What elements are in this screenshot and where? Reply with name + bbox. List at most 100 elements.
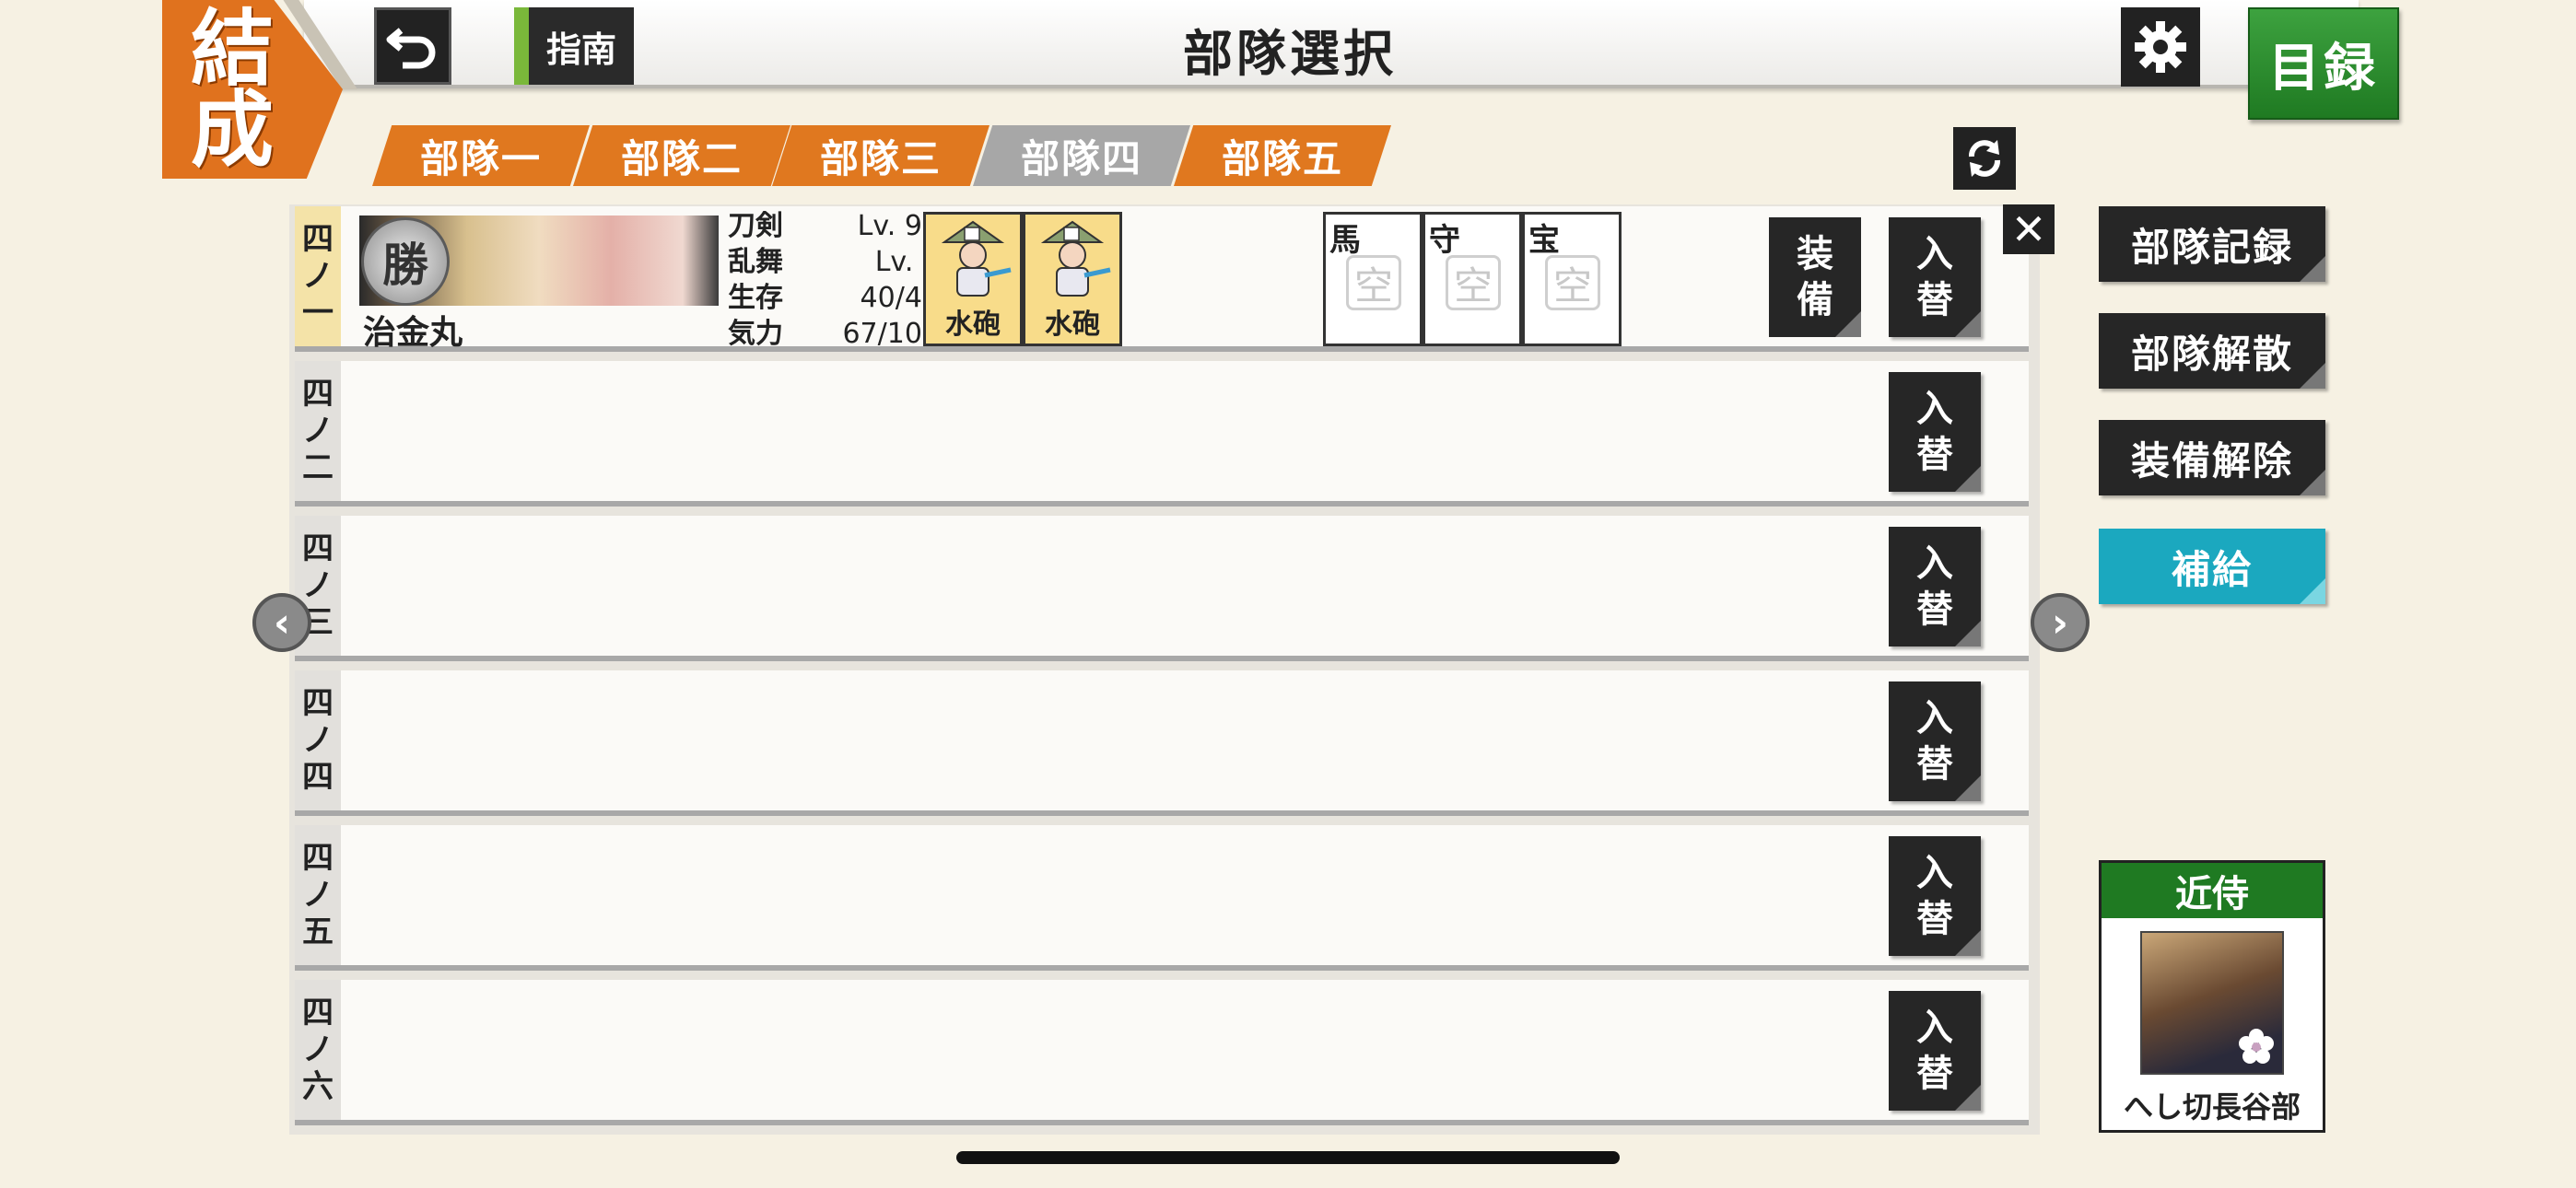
swap-char: 替 <box>1916 433 1953 476</box>
swap-char: 入 <box>1916 542 1953 585</box>
slot-char: ノ <box>302 722 334 759</box>
rotate-order-button[interactable] <box>1953 127 2016 190</box>
swap-char: 替 <box>1916 278 1953 321</box>
treasure-slot[interactable]: 宝 空 <box>1522 212 1622 346</box>
page-title: 部隊選択 <box>1183 24 1397 83</box>
member-row-3[interactable]: 四 ノ 三 入 替 <box>295 516 2029 661</box>
water-cannon-soldier-icon <box>1040 220 1111 297</box>
row-slot-label: 四 ノ 一 <box>295 206 341 346</box>
water-cannon-soldier-icon <box>941 220 1012 297</box>
row-slot-label: 四 ノ 六 <box>295 980 341 1120</box>
stat-value: Lv. 2 <box>874 246 940 278</box>
row-slot-label: 四 ノ 四 <box>295 670 341 810</box>
swap-button[interactable]: 入 替 <box>1889 372 1981 492</box>
empty-slot-icon: 空 <box>1446 255 1501 310</box>
settings-button[interactable] <box>2121 7 2200 87</box>
attendant-title: 近侍 <box>2102 863 2323 918</box>
tab-unit-2[interactable]: 部隊二 <box>573 125 790 186</box>
swap-char: 入 <box>1916 851 1953 894</box>
disband-unit-button[interactable]: 部隊解散 <box>2099 313 2325 389</box>
swap-button[interactable]: 入 替 <box>1889 681 1981 801</box>
empty-slot-icon: 空 <box>1545 255 1600 310</box>
row-slot-label: 四 ノ 五 <box>295 825 341 965</box>
prev-page-arrow-icon[interactable]: ‹ <box>252 593 311 652</box>
slot-caption: 馬 <box>1329 222 1361 259</box>
back-button[interactable] <box>374 7 451 85</box>
member-row-4[interactable]: 四 ノ 四 入 替 <box>295 670 2029 816</box>
guide-button[interactable]: 指南 <box>514 7 634 85</box>
refresh-arrows-icon <box>1969 140 2000 177</box>
unequip-all-button[interactable]: 装備解除 <box>2099 420 2325 495</box>
undo-arrow-icon <box>386 28 436 69</box>
soldier-name: 水砲 <box>945 309 1001 341</box>
equip-char: 装 <box>1797 232 1833 275</box>
gear-icon <box>2135 21 2186 73</box>
stat-label: 刀剣 <box>728 210 783 242</box>
soldier-name: 水砲 <box>1045 309 1100 341</box>
row-slot-label: 四 ノ 二 <box>295 361 341 501</box>
slot-char: ノ <box>302 877 334 914</box>
rank-crest-icon: 勝 <box>361 217 450 306</box>
equip-char: 備 <box>1797 278 1833 321</box>
horse-slot[interactable]: 馬 空 <box>1323 212 1423 346</box>
attendant-card[interactable]: 近侍 へし切長谷部 <box>2099 860 2325 1133</box>
soldier-slot-2[interactable]: 水砲 <box>1023 212 1122 346</box>
supply-button[interactable]: 補給 <box>2099 529 2325 604</box>
member-row-5[interactable]: 四 ノ 五 入 替 <box>295 825 2029 971</box>
home-indicator[interactable] <box>956 1151 1620 1164</box>
member-row-2[interactable]: 四 ノ 二 入 替 <box>295 361 2029 507</box>
slot-char: 一 <box>302 295 334 332</box>
slot-caption: 宝 <box>1528 222 1560 259</box>
attendant-name: へし切長谷部 <box>2123 1089 2301 1124</box>
swap-button[interactable]: 入 替 <box>1889 217 1981 337</box>
slot-char: ノ <box>302 1031 334 1068</box>
swap-char: 替 <box>1916 897 1953 940</box>
mode-label-top: 結 <box>191 0 274 98</box>
member-row-1[interactable]: 四 ノ 一 勝 治金丸 刀剣 Lv. 99 乱舞 Lv. 2 生存 40/40 … <box>295 206 2029 352</box>
stat-value: 67/100 <box>842 318 940 350</box>
guard-slot[interactable]: 守 空 <box>1423 212 1522 346</box>
empty-slot-icon: 空 <box>1346 255 1401 310</box>
swap-char: 替 <box>1916 588 1953 631</box>
slot-char: 四 <box>302 840 334 877</box>
swap-char: 替 <box>1916 1052 1953 1095</box>
swap-char: 替 <box>1916 742 1953 786</box>
swap-char: 入 <box>1916 232 1953 275</box>
soldier-slot-1[interactable]: 水砲 <box>923 212 1023 346</box>
slot-char: 四 <box>302 685 334 722</box>
slot-char: 四 <box>302 221 334 258</box>
swap-button[interactable]: 入 替 <box>1889 991 1981 1111</box>
stat-value: 40/40 <box>860 282 940 314</box>
attendant-portrait <box>2140 931 2284 1075</box>
slot-char: ノ <box>302 413 334 449</box>
slot-char: 四 <box>302 376 334 413</box>
mode-label-bottom: 成 <box>191 81 274 179</box>
stat-label: 気力 <box>728 318 783 350</box>
tab-unit-1[interactable]: 部隊一 <box>372 125 590 186</box>
stat-value: Lv. 99 <box>857 210 940 242</box>
equip-button[interactable]: 装 備 <box>1769 217 1861 337</box>
tab-unit-5[interactable]: 部隊五 <box>1174 125 1391 186</box>
swap-button[interactable]: 入 替 <box>1889 836 1981 956</box>
cherry-blossom-icon <box>2239 1029 2274 1064</box>
next-page-arrow-icon[interactable]: › <box>2031 593 2090 652</box>
slot-char: 四 <box>302 995 334 1031</box>
unit-record-button[interactable]: 部隊記録 <box>2099 206 2325 282</box>
tab-unit-4[interactable]: 部隊四 <box>973 125 1190 186</box>
slot-char: 六 <box>302 1068 334 1105</box>
slot-char: 四 <box>302 759 334 796</box>
stat-label: 乱舞 <box>728 246 783 278</box>
slot-caption: 守 <box>1429 222 1460 259</box>
swap-char: 入 <box>1916 387 1953 430</box>
tab-unit-3[interactable]: 部隊三 <box>772 125 989 186</box>
catalog-button[interactable]: 目録 <box>2248 7 2399 120</box>
unit-member-panel: 四 ノ 一 勝 治金丸 刀剣 Lv. 99 乱舞 Lv. 2 生存 40/40 … <box>289 204 2040 1135</box>
stat-label: 生存 <box>728 282 783 314</box>
slot-char: 二 <box>302 449 334 486</box>
swap-char: 入 <box>1916 1006 1953 1049</box>
sword-name: 治金丸 <box>363 313 463 352</box>
member-row-6[interactable]: 四 ノ 六 入 替 <box>295 980 2029 1125</box>
swap-button[interactable]: 入 替 <box>1889 527 1981 646</box>
close-icon[interactable]: ✕ <box>2003 204 2055 254</box>
slot-char: ノ <box>302 567 334 604</box>
